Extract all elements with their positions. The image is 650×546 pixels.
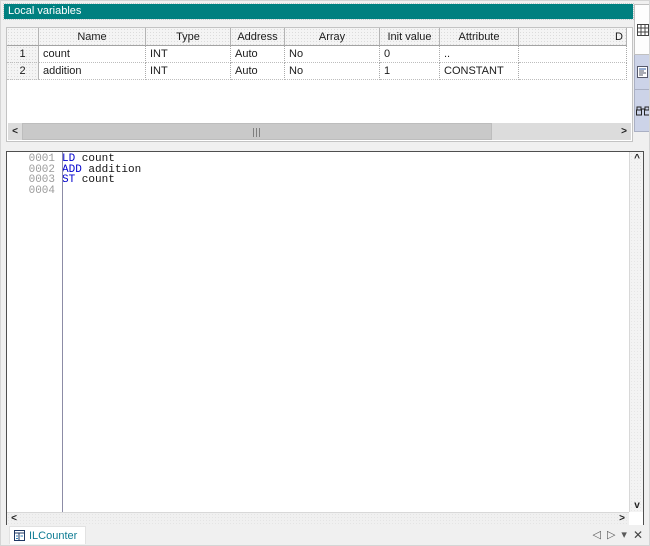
editor-horizontal-scrollbar[interactable]: < > bbox=[7, 512, 629, 525]
scroll-up-icon[interactable]: ^ bbox=[630, 152, 644, 165]
code-line[interactable]: 0003ST count bbox=[7, 175, 629, 186]
table-row[interactable]: 2 addition INT Auto No 1 CONSTANT bbox=[7, 63, 650, 80]
cell-init-value[interactable]: 0 bbox=[380, 46, 440, 63]
next-tab-icon[interactable]: ▷ bbox=[607, 527, 615, 543]
cell-attribute[interactable]: .. bbox=[440, 46, 519, 63]
gutter-separator bbox=[62, 152, 63, 512]
code-line[interactable]: 0004 bbox=[7, 186, 629, 197]
cell-address[interactable]: Auto bbox=[231, 46, 285, 63]
header-rownum bbox=[7, 28, 39, 46]
line-number: 0001 bbox=[7, 154, 59, 165]
tab-ilcounter[interactable]: ILCounter bbox=[9, 526, 86, 544]
cell-array[interactable]: No bbox=[285, 63, 380, 80]
tab-list-dropdown-icon[interactable]: ▾ bbox=[621, 527, 627, 543]
binoculars-icon bbox=[636, 106, 650, 116]
row-number[interactable]: 2 bbox=[7, 63, 39, 80]
scrollbar-thumb[interactable] bbox=[22, 123, 492, 140]
header-array[interactable]: Array bbox=[285, 28, 380, 46]
table-row[interactable]: 1 count INT Auto No 0 .. bbox=[7, 46, 650, 63]
thumb-grip-icon bbox=[253, 128, 261, 137]
header-init-value[interactable]: Init value bbox=[380, 28, 440, 46]
cell-overflow[interactable] bbox=[519, 46, 627, 63]
cell-name[interactable]: addition bbox=[39, 63, 146, 80]
panel-title: Local variables bbox=[4, 4, 633, 19]
cell-overflow[interactable] bbox=[519, 63, 627, 80]
document-view-icon bbox=[637, 66, 648, 78]
table-header-row: Name Type Address Array Init value Attri… bbox=[7, 28, 650, 46]
document-tab-bar: ILCounter ◁ ▷ ▾ ✕ bbox=[1, 525, 649, 545]
il-code-editor[interactable]: 0001LD count 0002ADD addition 0003ST cou… bbox=[6, 151, 644, 526]
variables-table: Name Type Address Array Init value Attri… bbox=[7, 28, 650, 80]
code-area[interactable]: 0001LD count 0002ADD addition 0003ST cou… bbox=[7, 152, 629, 512]
line-number: 0004 bbox=[7, 186, 59, 197]
cell-init-value[interactable]: 1 bbox=[380, 63, 440, 80]
variables-table-panel: Name Type Address Array Init value Attri… bbox=[6, 27, 633, 142]
header-address[interactable]: Address bbox=[231, 28, 285, 46]
header-overflow[interactable]: D bbox=[519, 28, 627, 46]
local-variables-window: Local variables Name Type Address Array … bbox=[0, 0, 650, 546]
line-number: 0003 bbox=[7, 175, 59, 186]
cell-type[interactable]: INT bbox=[146, 63, 231, 80]
cell-type[interactable]: INT bbox=[146, 46, 231, 63]
header-attribute[interactable]: Attribute bbox=[440, 28, 519, 46]
cell-attribute[interactable]: CONSTANT bbox=[440, 63, 519, 80]
document-view-button[interactable] bbox=[634, 55, 650, 90]
row-number[interactable]: 1 bbox=[7, 46, 39, 63]
side-toolbar bbox=[634, 4, 650, 134]
scroll-left-icon[interactable]: < bbox=[8, 123, 22, 140]
header-name[interactable]: Name bbox=[39, 28, 146, 46]
scroll-right-icon[interactable]: > bbox=[617, 123, 631, 140]
table-horizontal-scrollbar[interactable]: < > bbox=[8, 123, 631, 140]
find-button[interactable] bbox=[634, 90, 650, 132]
close-tab-icon[interactable]: ✕ bbox=[633, 527, 643, 543]
program-tab-icon bbox=[14, 530, 25, 541]
cell-array[interactable]: No bbox=[285, 46, 380, 63]
il-keyword: ST bbox=[62, 174, 75, 186]
il-operand: count bbox=[75, 174, 115, 186]
prev-tab-icon[interactable]: ◁ bbox=[592, 527, 600, 543]
tab-label[interactable]: ILCounter bbox=[29, 530, 77, 542]
table-view-icon bbox=[637, 24, 649, 36]
scroll-down-icon[interactable]: v bbox=[630, 499, 644, 512]
editor-vertical-scrollbar[interactable]: ^ v bbox=[629, 152, 643, 512]
header-type[interactable]: Type bbox=[146, 28, 231, 46]
cell-name[interactable]: count bbox=[39, 46, 146, 63]
cell-address[interactable]: Auto bbox=[231, 63, 285, 80]
table-view-button[interactable] bbox=[634, 4, 650, 55]
tab-navigation: ◁ ▷ ▾ ✕ bbox=[592, 527, 643, 543]
